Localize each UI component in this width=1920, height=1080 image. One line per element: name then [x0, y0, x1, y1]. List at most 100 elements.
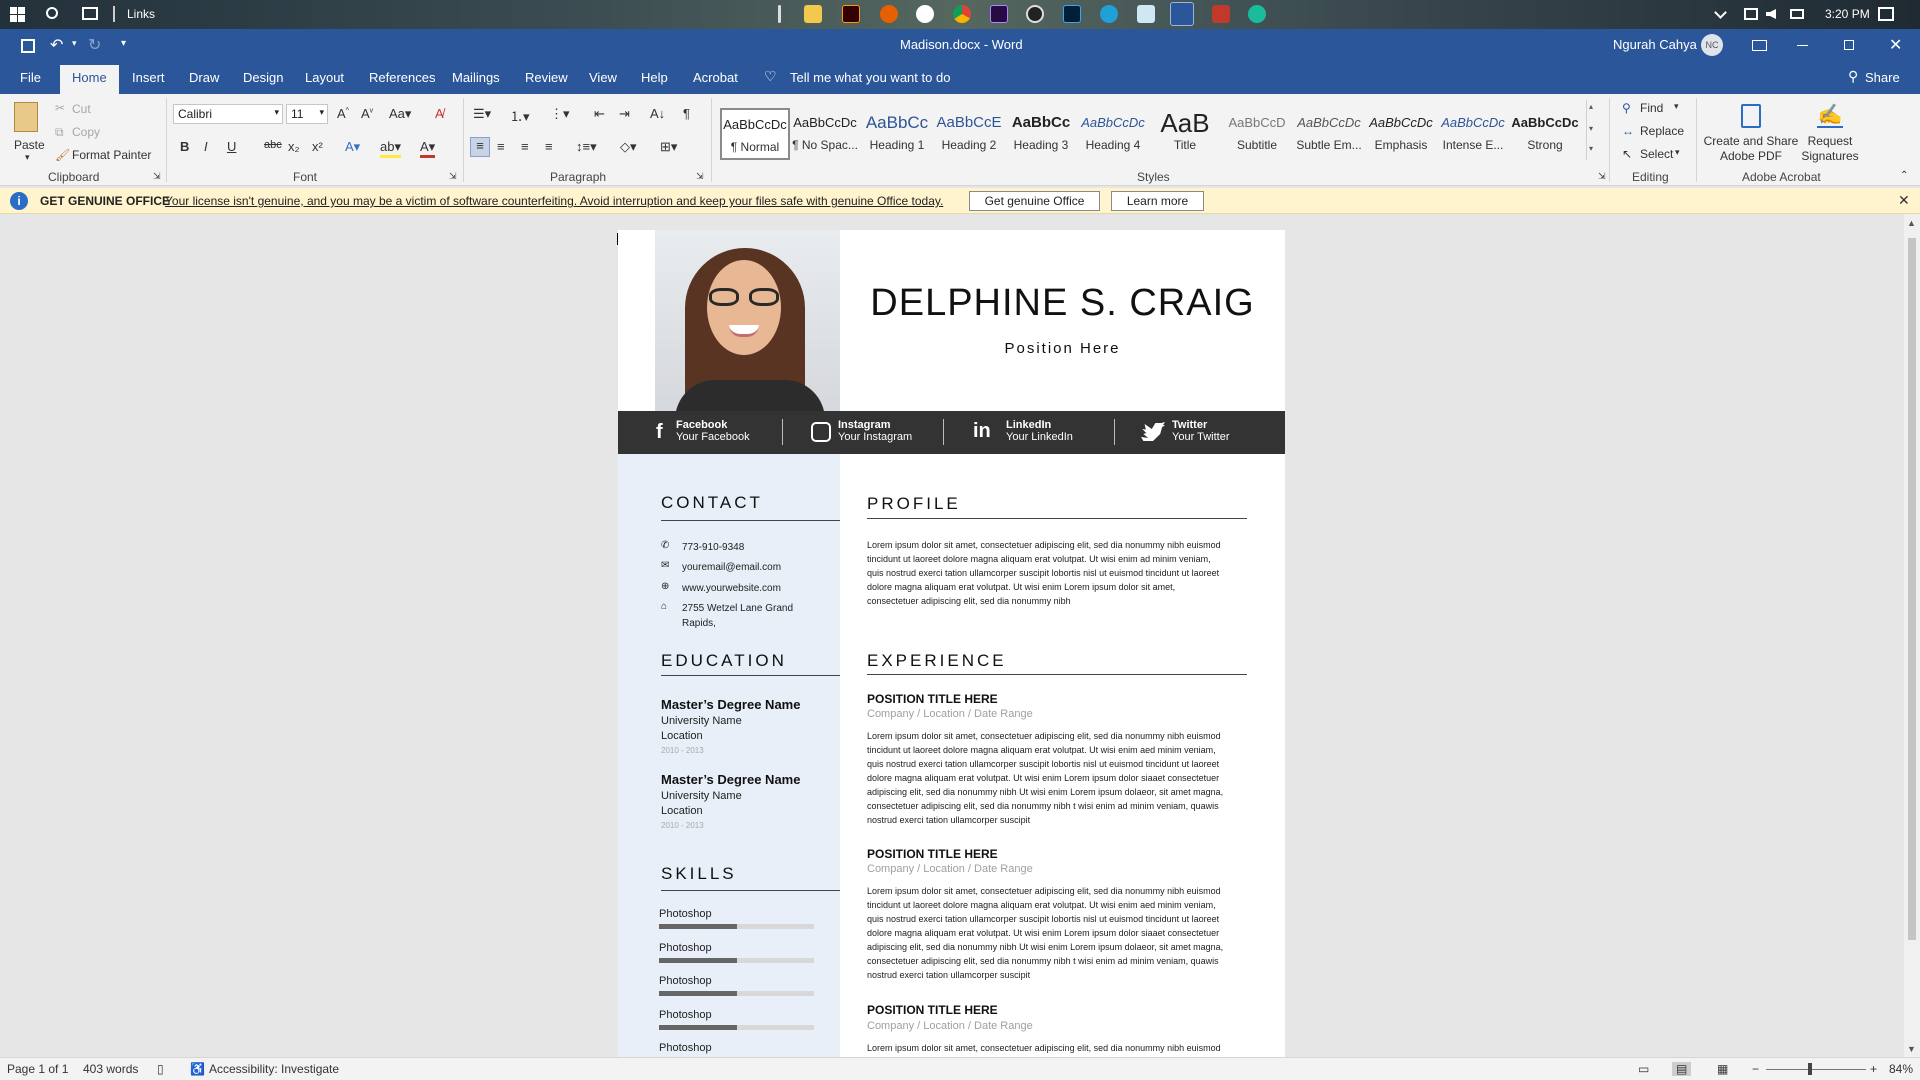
style-intense-emphasis[interactable]: AaBbCcDc Intense E... [1438, 108, 1508, 160]
tab-mailings[interactable]: Mailings [452, 70, 500, 85]
style-subtle-emphasis[interactable]: AaBbCcDc Subtle Em... [1294, 108, 1364, 160]
superscript-icon[interactable]: x² [312, 139, 323, 154]
style-heading-2[interactable]: AaBbCcE Heading 2 [934, 108, 1004, 160]
skill-label[interactable]: Photoshop [659, 942, 712, 954]
edge-icon[interactable] [1100, 5, 1118, 23]
word-icon[interactable] [1170, 2, 1194, 26]
page-count[interactable]: Page 1 of 1 [7, 1062, 68, 1076]
style-normal[interactable]: AaBbCcDc ¶ Normal [720, 108, 790, 160]
education-university[interactable]: University Name [661, 715, 742, 727]
social-instagram[interactable]: Instagram Your Instagram [838, 419, 912, 443]
print-layout-icon[interactable]: ▤ [1672, 1062, 1692, 1076]
web-layout-icon[interactable]: ▦ [1717, 1062, 1728, 1076]
resume-position[interactable]: Position Here [840, 340, 1285, 357]
text-effects-icon[interactable]: A▾ [345, 139, 360, 155]
align-right-icon[interactable]: ≡ [521, 139, 529, 154]
tab-layout[interactable]: Layout [305, 70, 344, 85]
style-title[interactable]: AaB Title [1150, 108, 1220, 160]
profile-text[interactable]: Lorem ipsum dolor sit amet, consectetuer… [867, 538, 1247, 608]
dialog-launcher-icon[interactable]: ⇲ [153, 171, 161, 182]
dialog-launcher-icon[interactable]: ⇲ [1598, 171, 1606, 182]
resume-name[interactable]: DELPHINE S. CRAIG [840, 282, 1285, 325]
education-degree[interactable]: Master’s Degree Name [661, 697, 800, 712]
get-genuine-office-button[interactable]: Get genuine Office [969, 191, 1100, 211]
scroll-up-icon[interactable]: ▲ [1907, 218, 1916, 228]
contact-phone[interactable]: 773-910-9348 [682, 542, 744, 553]
app-grid-icon[interactable] [1212, 5, 1230, 23]
tab-file[interactable]: File [20, 70, 41, 85]
app-icon[interactable] [1248, 5, 1266, 23]
style-no-spacing[interactable]: AaBbCcDc ¶ No Spac... [790, 108, 860, 160]
accessibility-status[interactable]: Accessibility: Investigate [209, 1062, 339, 1076]
clock[interactable]: 3:20 PM [1825, 7, 1870, 21]
shrink-font-icon[interactable]: Av [361, 106, 373, 121]
social-facebook[interactable]: Facebook Your Facebook [676, 419, 750, 443]
job-meta[interactable]: Company / Location / Date Range [867, 708, 1033, 720]
tab-review[interactable]: Review [525, 70, 568, 85]
chevron-down-icon[interactable]: ▾ [1589, 124, 1593, 133]
chevron-up-icon[interactable] [1714, 6, 1727, 19]
app-icon[interactable] [916, 5, 934, 23]
paste-button[interactable]: Paste [14, 138, 45, 152]
job-title[interactable]: POSITION TITLE HERE [867, 1003, 998, 1017]
network-icon[interactable] [1744, 8, 1758, 20]
proofing-icon[interactable]: ▯ [157, 1062, 164, 1076]
file-explorer-icon[interactable] [804, 5, 822, 23]
close-icon[interactable]: ✕ [1898, 192, 1910, 209]
contact-heading[interactable]: CONTACT [661, 493, 763, 513]
language-icon[interactable] [1790, 9, 1804, 19]
change-case-icon[interactable]: Aa▾ [389, 106, 411, 122]
copy-button[interactable]: Copy [72, 125, 100, 139]
tab-references[interactable]: References [369, 70, 435, 85]
profile-heading[interactable]: PROFILE [867, 494, 961, 514]
justify-icon[interactable]: ≡ [545, 139, 553, 154]
education-university[interactable]: University Name [661, 790, 742, 802]
dialog-launcher-icon[interactable]: ⇲ [696, 171, 704, 182]
underline-icon[interactable]: U [227, 139, 236, 154]
job-description[interactable]: Lorem ipsum dolor sit amet, consectetuer… [867, 884, 1247, 982]
decrease-indent-icon[interactable]: ⇤ [594, 106, 605, 122]
style-subtitle[interactable]: AaBbCcD Subtitle [1222, 108, 1292, 160]
task-view-icon[interactable] [82, 7, 98, 20]
job-description[interactable]: Lorem ipsum dolor sit amet, consectetuer… [867, 729, 1247, 827]
chevron-down-icon[interactable]: ▾ [1675, 147, 1680, 158]
increase-indent-icon[interactable]: ⇥ [619, 106, 630, 122]
experience-heading[interactable]: EXPERIENCE [867, 651, 1007, 671]
tab-design[interactable]: Design [243, 70, 283, 85]
zoom-slider-thumb[interactable] [1808, 1063, 1812, 1075]
more-styles-icon[interactable]: ▾ [1589, 144, 1593, 153]
message-link[interactable]: Your license isn't genuine, and you may … [165, 194, 943, 208]
illustrator-icon[interactable] [842, 5, 860, 23]
style-emphasis[interactable]: AaBbCcDc Emphasis [1366, 108, 1436, 160]
font-name-select[interactable]: Calibri ▾ [173, 104, 283, 124]
job-description[interactable]: Lorem ipsum dolor sit amet, consectetuer… [867, 1041, 1247, 1055]
bullets-icon[interactable]: ☰▾ [473, 106, 491, 122]
tab-insert[interactable]: Insert [132, 70, 165, 85]
skill-label[interactable]: Photoshop [659, 908, 712, 920]
obs-icon[interactable] [1026, 5, 1044, 23]
create-share-pdf-button[interactable]: Create and Share Adobe PDF [1703, 134, 1799, 164]
skill-label[interactable]: Photoshop [659, 1009, 712, 1021]
user-name[interactable]: Ngurah Cahya [1613, 37, 1697, 52]
social-twitter[interactable]: Twitter Your Twitter [1172, 419, 1229, 443]
premiere-icon[interactable] [990, 5, 1008, 23]
education-heading[interactable]: EDUCATION [661, 651, 787, 671]
style-heading-1[interactable]: AaBbCc Heading 1 [862, 108, 932, 160]
format-painter-button[interactable]: Format Painter [72, 148, 151, 162]
search-icon[interactable] [46, 7, 58, 19]
windows-start-icon[interactable] [10, 7, 25, 22]
contact-address-line2[interactable]: Rapids, [682, 618, 716, 629]
subscript-icon[interactable]: x₂ [288, 139, 300, 154]
skills-heading[interactable]: SKILLS [661, 864, 737, 884]
job-meta[interactable]: Company / Location / Date Range [867, 1020, 1033, 1032]
grow-font-icon[interactable]: A^ [337, 106, 349, 121]
chrome-icon[interactable] [953, 5, 971, 23]
skill-label[interactable]: Photoshop [659, 975, 712, 987]
clear-formatting-icon[interactable]: A̸ [435, 106, 444, 121]
education-years[interactable]: 2010 - 2013 [661, 821, 704, 830]
share-button[interactable]: Share [1865, 70, 1900, 85]
select-button[interactable]: Select [1640, 147, 1673, 161]
show-formatting-icon[interactable]: ¶ [683, 106, 690, 121]
replace-button[interactable]: Replace [1640, 124, 1684, 138]
tab-acrobat[interactable]: Acrobat [693, 70, 738, 85]
